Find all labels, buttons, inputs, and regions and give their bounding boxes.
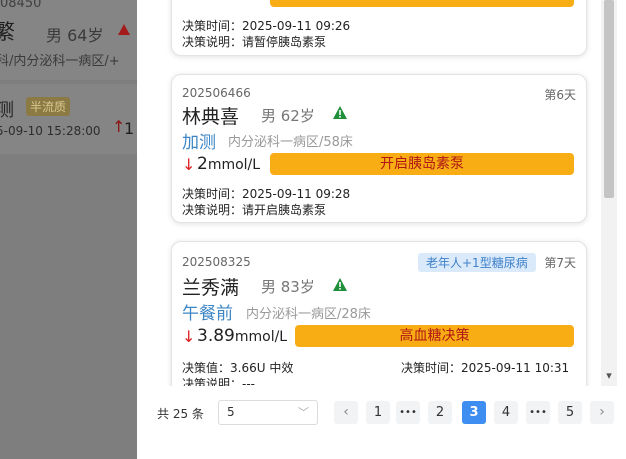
pagination: 共 25 条 5 ﹀ ‹ 1 ••• 2 3 4 ••• 5 › — [137, 386, 626, 459]
page-5-button[interactable]: 5 — [558, 401, 582, 424]
arrow-down-icon: ↓ — [182, 327, 196, 346]
patient-sex-age: 男 62岁 — [261, 107, 315, 125]
scrollbar-thumb[interactable] — [604, 0, 614, 198]
decision-time-line: 决策时间：2025-09-11 09:28 — [182, 187, 351, 201]
patient-name: 林典喜 — [182, 106, 240, 128]
next-page-button[interactable]: › — [590, 401, 614, 424]
bg-patient-sex-age: 男 64岁 — [46, 26, 104, 45]
prev-page-button[interactable]: ‹ — [334, 401, 358, 424]
bg-measure: 测 — [0, 100, 14, 121]
warning-icon — [333, 278, 347, 291]
patient-dept: 内分泌科一病区/28床 — [246, 307, 371, 322]
measure-label: 加测 — [182, 133, 216, 153]
decision-note-line: 决策说明：--- — [182, 377, 256, 386]
patient-dept: 内分泌科一病区/58床 — [228, 135, 353, 150]
hyperglycemia-decision-button[interactable]: 高血糖决策 — [295, 325, 574, 347]
page-size-value: 5 — [227, 405, 235, 419]
background-page: 08450 繁 男 64岁 科/内分泌科一病区/+ 测 半流质 5-09-10 … — [0, 0, 137, 459]
card-list[interactable]: 决策时间：2025-09-11 09:26 决策说明：请暂停胰岛素泵 20250… — [159, 0, 601, 386]
decision-time-line: 决策时间：2025-09-11 10:31 — [401, 361, 570, 375]
bg-diet-badge: 半流质 — [26, 97, 71, 116]
patient-sex-age: 男 83岁 — [261, 278, 315, 296]
decision-drawer: 决策时间：2025-09-11 09:26 决策说明：请暂停胰岛素泵 20250… — [137, 0, 626, 459]
warning-icon — [333, 106, 347, 119]
patient-card[interactable]: 决策时间：2025-09-11 09:26 决策说明：请暂停胰岛素泵 — [171, 0, 587, 56]
page-4-button[interactable]: 4 — [494, 401, 518, 424]
patient-card[interactable]: 202508325 老年人+1型糖尿病 第7天 兰秀满 男 83岁 午餐前 内分… — [171, 241, 587, 386]
day-count: 第7天 — [544, 256, 576, 270]
decision-time-line: 决策时间：2025-09-11 09:26 — [182, 19, 351, 33]
day-count: 第6天 — [544, 88, 576, 102]
glucose-value: 2mmol/L — [197, 154, 261, 174]
background-measure-row: 测 半流质 5-09-10 15:28:00 ↑ 1 — [0, 84, 137, 154]
patient-id: 202506466 — [182, 86, 251, 100]
bg-value: 1 — [124, 119, 135, 138]
patient-name: 兰秀满 — [182, 277, 240, 299]
bg-patient-id: 08450 — [0, 0, 42, 11]
patient-id: 202508325 — [182, 255, 251, 269]
page-ellipsis-left[interactable]: ••• — [396, 401, 420, 424]
page-3-button[interactable]: 3 — [462, 401, 486, 424]
page-ellipsis-right[interactable]: ••• — [526, 401, 550, 424]
total-count: 共 25 条 — [157, 407, 204, 421]
bg-warning-icon — [118, 24, 130, 35]
background-patient-card: 08450 繁 男 64岁 科/内分泌科一病区/+ — [0, 0, 137, 80]
page-2-button[interactable]: 2 — [428, 401, 452, 424]
bg-patient-dept: 科/内分泌科一病区/+ — [0, 54, 120, 69]
page-size-select[interactable]: 5 ﹀ — [218, 400, 318, 425]
scroll-down-arrow-icon[interactable]: ▾ — [603, 370, 615, 382]
arrow-down-icon: ↓ — [182, 155, 196, 174]
bg-patient-name: 繁 — [0, 20, 15, 44]
start-insulin-pump-button[interactable]: 开启胰岛素泵 — [270, 153, 574, 175]
page-1-button[interactable]: 1 — [366, 401, 390, 424]
patient-card[interactable]: 202506466 第6天 林典喜 男 62岁 加测 内分泌科一病区/58床 ↓… — [171, 74, 587, 223]
glucose-value: 3.89mmol/L — [197, 326, 288, 346]
bg-time: 5-09-10 15:28:00 — [0, 124, 101, 138]
chevron-down-icon: ﹀ — [298, 406, 309, 419]
patient-tag: 老年人+1型糖尿病 — [418, 253, 536, 272]
decision-value-line: 决策值：3.66U 中效 — [182, 361, 294, 375]
action-button[interactable] — [270, 0, 574, 7]
measure-label: 午餐前 — [182, 304, 233, 324]
decision-note-line: 决策说明：请暂停胰岛素泵 — [182, 35, 327, 49]
decision-note-line: 决策说明：请开启胰岛素泵 — [182, 203, 327, 217]
